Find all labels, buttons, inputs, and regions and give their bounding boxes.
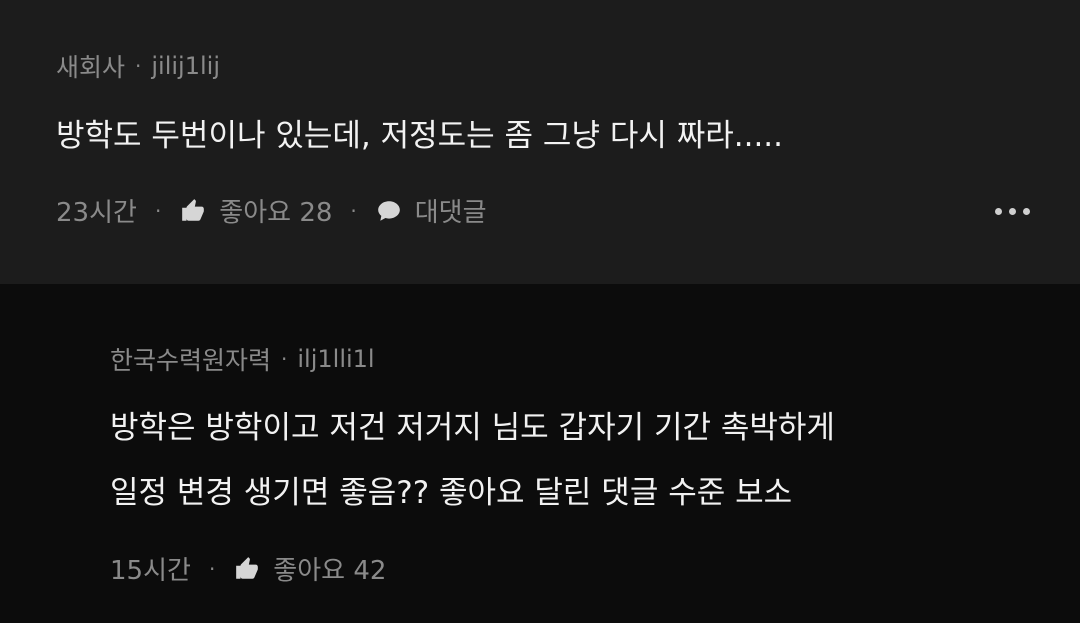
comment-text: 방학도 두번이나 있는데, 저정도는 좀 그냥 다시 짜라..... xyxy=(56,104,783,169)
author-handle: ilj1lli1l xyxy=(297,345,375,373)
like-count: 좋아요 42 xyxy=(273,556,387,586)
author-name[interactable]: 한국수력원자력 xyxy=(110,341,271,377)
thumbs-up-icon xyxy=(179,198,207,224)
more-options-icon[interactable] xyxy=(995,208,1030,215)
comment-meta: 새회사 · jilij1lij xyxy=(56,48,220,84)
comment-time: 15시간 xyxy=(110,556,191,586)
action-separator: · xyxy=(208,556,216,581)
thumbs-up-icon xyxy=(233,556,261,582)
speech-bubble-icon xyxy=(375,198,403,224)
action-separator: · xyxy=(154,198,162,223)
comment-time: 23시간 xyxy=(56,198,137,228)
author-name[interactable]: 새회사 xyxy=(56,48,125,84)
comment-text-line: 방학도 두번이나 있는데, 저정도는 좀 그냥 다시 짜라..... xyxy=(56,118,784,154)
comment-actions: 23시간 · 좋아요 28 · 대댓글 xyxy=(56,192,487,229)
reply-label: 대댓글 xyxy=(414,198,487,228)
reply-button[interactable]: 대댓글 xyxy=(375,192,487,229)
author-handle: jilij1lij xyxy=(151,52,220,80)
action-separator: · xyxy=(350,198,357,223)
comment-meta: 한국수력원자력 · ilj1lli1l xyxy=(110,341,375,377)
comment-text-line: 방학은 방학이고 저건 저거지 님도 갑자기 기간 촉박하게 xyxy=(110,410,835,446)
comment-text: 방학은 방학이고 저건 저거지 님도 갑자기 기간 촉박하게 일정 변경 생기면… xyxy=(110,396,835,526)
like-button[interactable]: 좋아요 28 xyxy=(179,192,332,229)
comment-text-line: 일정 변경 생기면 좋음?? 좋아요 달린 댓글 수준 보소 xyxy=(110,475,793,511)
comment-actions: 15시간 · 좋아요 42 xyxy=(110,550,386,587)
comment-item: 새회사 · jilij1lij 방학도 두번이나 있는데, 저정도는 좀 그냥 … xyxy=(0,0,1080,284)
meta-separator: · xyxy=(135,54,142,78)
like-button[interactable]: 좋아요 42 xyxy=(233,550,386,587)
like-count: 좋아요 28 xyxy=(219,198,333,228)
meta-separator: · xyxy=(281,347,288,371)
reply-comment-item: 한국수력원자력 · ilj1lli1l 방학은 방학이고 저건 저거지 님도 갑… xyxy=(0,284,1080,623)
